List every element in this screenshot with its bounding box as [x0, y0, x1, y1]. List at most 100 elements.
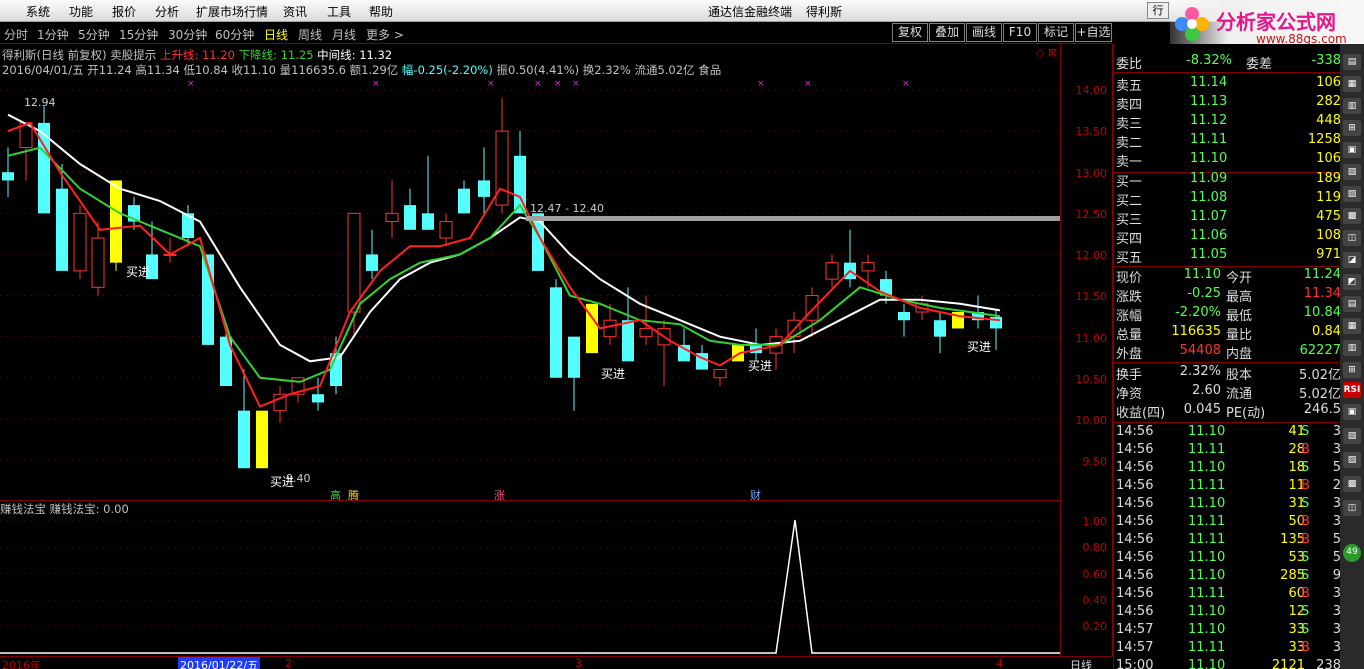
ask-price: 11.12: [1190, 113, 1228, 128]
mark-button[interactable]: 标记: [1038, 23, 1074, 42]
candle-body: [73, 212, 87, 272]
period-tab-daily[interactable]: 日线: [1070, 657, 1092, 669]
signal-cross: ×: [534, 79, 542, 89]
order-ratio-row: 委比 -8.32% 委差 -338: [1116, 53, 1341, 72]
candle-body: [568, 336, 580, 378]
signal-cross: ×: [572, 79, 580, 89]
menu-function[interactable]: 功能: [69, 3, 93, 20]
period-daily[interactable]: 日线: [264, 26, 288, 43]
draw-button[interactable]: 画线: [966, 23, 1002, 42]
side-tool-icon[interactable]: ▩: [1343, 208, 1361, 224]
side-tool-icon[interactable]: ▧: [1343, 428, 1361, 444]
price-tick: 10.00: [1075, 414, 1108, 427]
tick-time: 14:56: [1116, 568, 1154, 583]
menu-system[interactable]: 系统: [26, 3, 50, 20]
add-favorite-button[interactable]: +自选: [1075, 23, 1112, 42]
side-tool-icon[interactable]: ▩: [1343, 476, 1361, 492]
indicator-chart[interactable]: [0, 516, 1060, 656]
side-tool-icon[interactable]: ⊞: [1343, 120, 1361, 136]
side-tool-icon[interactable]: ▦: [1343, 76, 1361, 92]
stat-label: 涨跌: [1116, 290, 1143, 305]
kline-chart[interactable]: × × × × × × × × ×: [0, 44, 1060, 500]
stat-value: 2.60: [1192, 383, 1221, 398]
date-axis: 2016年 2016/01/22/五 2 3 4 日线: [0, 656, 1112, 669]
stock-name-title: 得利斯: [806, 5, 843, 19]
candle-body: [713, 369, 727, 379]
side-tool-icon[interactable]: ◫: [1343, 230, 1361, 246]
menu-quote[interactable]: 报价: [112, 3, 136, 20]
signal-cross: ×: [902, 79, 910, 89]
side-tool-icon[interactable]: ▨: [1343, 186, 1361, 202]
ask-volume: 106: [1316, 151, 1341, 166]
overlay-button[interactable]: 叠加: [929, 23, 965, 42]
side-tool-icon[interactable]: ▤: [1343, 54, 1361, 70]
side-tool-icon[interactable]: ▦: [1343, 318, 1361, 334]
resistance-band: [526, 216, 1060, 221]
menu-help[interactable]: 帮助: [369, 3, 393, 20]
side-tool-icon[interactable]: ⊞: [1343, 362, 1361, 378]
period-intraday[interactable]: 分时: [4, 26, 28, 43]
side-tool-icon[interactable]: ▣: [1343, 404, 1361, 420]
bid-row: 买四 11.06 108: [1116, 228, 1341, 247]
stat-label: 量比: [1226, 328, 1253, 343]
app-window-button[interactable]: 行: [1147, 2, 1169, 19]
price-tick: 13.00: [1075, 167, 1108, 180]
period-30min[interactable]: 30分钟: [168, 26, 207, 43]
tick-time: 15:00: [1116, 658, 1154, 669]
side-tool-icon[interactable]: ▨: [1343, 452, 1361, 468]
period-15min[interactable]: 15分钟: [119, 26, 158, 43]
f10-button[interactable]: F10: [1003, 23, 1037, 42]
tick-time: 14:56: [1116, 532, 1154, 547]
tick-time: 14:56: [1116, 496, 1154, 511]
side-tool-icon[interactable]: ◪: [1343, 252, 1361, 268]
stat-row: 涨跌 -0.25 最高 11.34: [1116, 286, 1341, 305]
adjust-button[interactable]: 复权: [892, 23, 928, 42]
candle-body: [366, 254, 378, 271]
side-tool-icon[interactable]: ▥: [1343, 98, 1361, 114]
tick-side: S: [1301, 622, 1310, 637]
side-tool-icon[interactable]: ▧: [1343, 164, 1361, 180]
candle-body: [385, 212, 399, 223]
rsi-icon[interactable]: RSI: [1343, 382, 1361, 398]
menu-extended-market[interactable]: 扩展市场行情: [196, 3, 268, 20]
side-tool-icon[interactable]: ▤: [1343, 296, 1361, 312]
candlesticks: [2, 98, 1002, 469]
ask-price: 11.13: [1190, 94, 1228, 109]
tick-side: S: [1301, 550, 1310, 565]
buy-signal-label: 买进: [967, 340, 992, 354]
candle-body: [404, 205, 416, 230]
buy-signal-label: 买进: [601, 367, 626, 381]
side-tool-icon[interactable]: ◫: [1343, 500, 1361, 516]
side-tool-icon[interactable]: ▣: [1343, 142, 1361, 158]
ask-price: 11.10: [1190, 151, 1228, 166]
period-more[interactable]: 更多 >: [366, 26, 404, 43]
buy-signal-label: 买进: [270, 475, 295, 489]
tick-row: 14:56 11.10 18 S 5: [1116, 460, 1341, 478]
period-60min[interactable]: 60分钟: [215, 26, 254, 43]
bid-volume: 475: [1316, 209, 1341, 224]
signal-cross: ×: [554, 79, 562, 89]
side-tool-icon[interactable]: ◩: [1343, 274, 1361, 290]
signal-cross: ×: [372, 79, 380, 89]
bid-row: 买一 11.09 189: [1116, 171, 1341, 190]
period-weekly[interactable]: 周线: [298, 26, 322, 43]
stat-row: 收益(四) 0.045 PE(动) 246.5: [1116, 402, 1341, 421]
side-toolbar: ▤ ▦ ▥ ⊞ ▣ ▧ ▨ ▩ ◫ ◪ ◩ ▤ ▦ ▥ ⊞ RSI ▣ ▧ ▨ …: [1340, 44, 1364, 669]
stat-value: 11.10: [1183, 267, 1221, 282]
tick-row: 14:56 11.10 12 S 3: [1116, 604, 1341, 622]
period-1min[interactable]: 1分钟: [37, 26, 69, 43]
menu-analysis[interactable]: 分析: [155, 3, 179, 20]
menu-tools[interactable]: 工具: [327, 3, 351, 20]
app-title: 通达信金融终端: [708, 5, 793, 19]
period-monthly[interactable]: 月线: [332, 26, 356, 43]
tick-side: S: [1301, 604, 1310, 619]
price-tick: 11.00: [1075, 332, 1108, 345]
price-tick: 9.50: [1082, 455, 1108, 468]
tick-price: 11.10: [1188, 568, 1226, 583]
tick-row: 14:56 11.10 31 S 3: [1116, 496, 1341, 514]
period-5min[interactable]: 5分钟: [78, 26, 110, 43]
price-tick: 10.50: [1075, 373, 1108, 386]
side-tool-icon[interactable]: ▥: [1343, 340, 1361, 356]
assistant-icon[interactable]: 49: [1343, 544, 1361, 562]
menu-info[interactable]: 资讯: [283, 3, 307, 20]
